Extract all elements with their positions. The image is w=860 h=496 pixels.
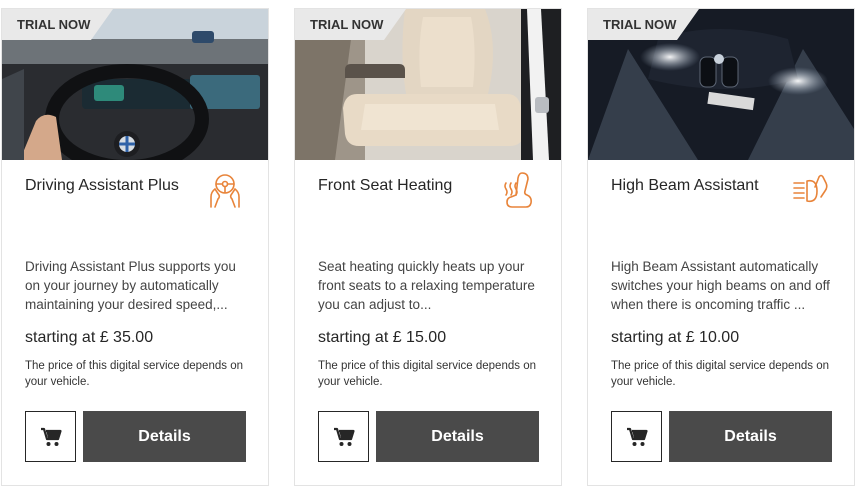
service-price: starting at £ 15.00 [318,329,447,346]
service-card-high-beam-assistant: TRIAL NOW High Beam Assistant High Beam … [587,8,855,486]
add-to-cart-button[interactable] [318,411,369,462]
add-to-cart-button[interactable] [25,411,76,462]
price-note: The price of this digital service depend… [318,360,536,388]
details-button[interactable]: Details [669,411,832,462]
service-card-front-seat-heating: TRIAL NOW Front Seat Heating Seat heatin… [294,8,562,486]
service-price: starting at £ 35.00 [25,329,154,346]
shopping-cart-icon [333,427,355,446]
shopping-cart-icon [626,427,648,446]
price-note: The price of this digital service depend… [611,360,829,388]
service-title: High Beam Assistant [611,177,759,194]
details-button[interactable]: Details [83,411,246,462]
price-note: The price of this digital service depend… [25,360,243,388]
service-card-driving-assistant: TRIAL NOW Driving Assistant Plus Driving… [1,8,269,486]
seat-heating-icon [498,169,538,209]
high-beam-icon [791,169,831,209]
service-description: Seat heating quickly heats up your front… [318,259,535,312]
service-description: High Beam Assistant automatically switch… [611,259,830,312]
shopping-cart-icon [40,427,62,446]
service-title: Front Seat Heating [318,177,453,194]
details-button[interactable]: Details [376,411,539,462]
service-title: Driving Assistant Plus [25,177,179,194]
service-description: Driving Assistant Plus supports you on y… [25,259,236,312]
add-to-cart-button[interactable] [611,411,662,462]
service-price: starting at £ 10.00 [611,329,740,346]
steering-hands-icon [205,169,245,209]
